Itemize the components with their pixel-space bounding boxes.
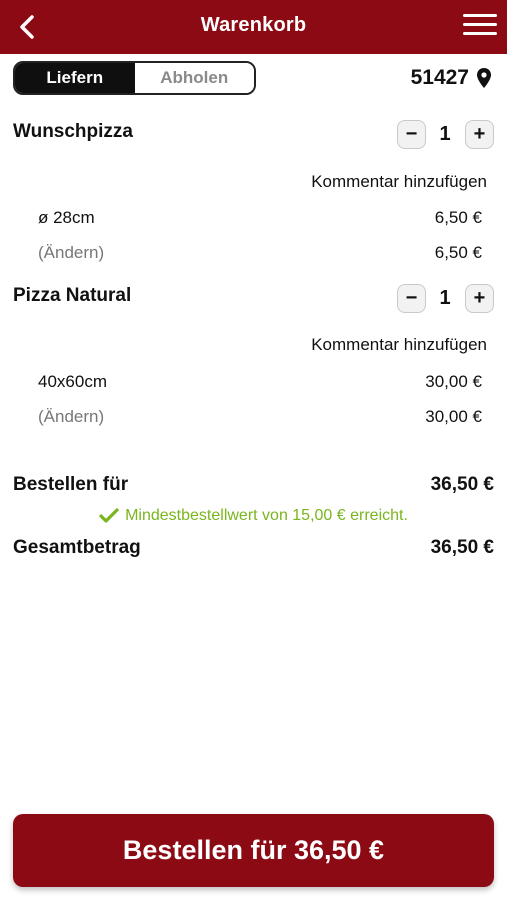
add-comment-link[interactable]: Kommentar hinzufügen [311, 335, 487, 355]
checkmark-icon [99, 508, 119, 523]
zip-code: 51427 [410, 66, 469, 89]
quantity-value: 1 [439, 123, 451, 145]
total-label: Gesamtbetrag [13, 537, 141, 558]
quantity-decrease-button[interactable]: − [397, 284, 426, 313]
page-title: Warenkorb [200, 14, 307, 36]
item-total-price: 6,50 € [434, 243, 482, 262]
hamburger-menu-icon [463, 14, 497, 17]
quantity-decrease-button[interactable]: − [397, 120, 426, 149]
item-size-label: 40x60cm [38, 372, 107, 391]
min-order-note: Mindestbestellwert von 15,00 € erreicht. [0, 507, 507, 525]
quantity-increase-button[interactable]: + [465, 120, 494, 149]
map-pin-icon [477, 68, 491, 88]
item-size-price: 30,00 € [425, 372, 482, 391]
change-item-link[interactable]: (Ändern) [38, 243, 104, 263]
location-zip[interactable]: 51427 [411, 66, 491, 90]
order-for-value: 36,50 € [430, 474, 494, 495]
menu-button[interactable] [463, 14, 497, 40]
delivery-mode-toggle: Liefern Abholen [13, 61, 256, 95]
cart-item-name: Pizza Natural [13, 285, 132, 306]
app-header: Warenkorb [0, 0, 507, 54]
add-comment-link[interactable]: Kommentar hinzufügen [311, 172, 487, 192]
order-for-label: Bestellen für [13, 474, 129, 495]
tab-liefern[interactable]: Liefern [15, 63, 135, 93]
item-total-price: 30,00 € [425, 407, 482, 426]
tab-abholen[interactable]: Abholen [134, 63, 254, 93]
cart-item-name: Wunschpizza [13, 121, 133, 142]
place-order-button[interactable]: Bestellen für 36,50 € [13, 814, 494, 887]
total-value: 36,50 € [430, 537, 494, 558]
item-size-label: ø 28cm [38, 208, 95, 227]
quantity-value: 1 [439, 287, 451, 309]
change-item-link[interactable]: (Ändern) [38, 407, 104, 427]
min-order-text: Mindestbestellwert von 15,00 € erreicht. [125, 507, 408, 524]
quantity-increase-button[interactable]: + [465, 284, 494, 313]
item-size-price: 6,50 € [434, 208, 482, 227]
